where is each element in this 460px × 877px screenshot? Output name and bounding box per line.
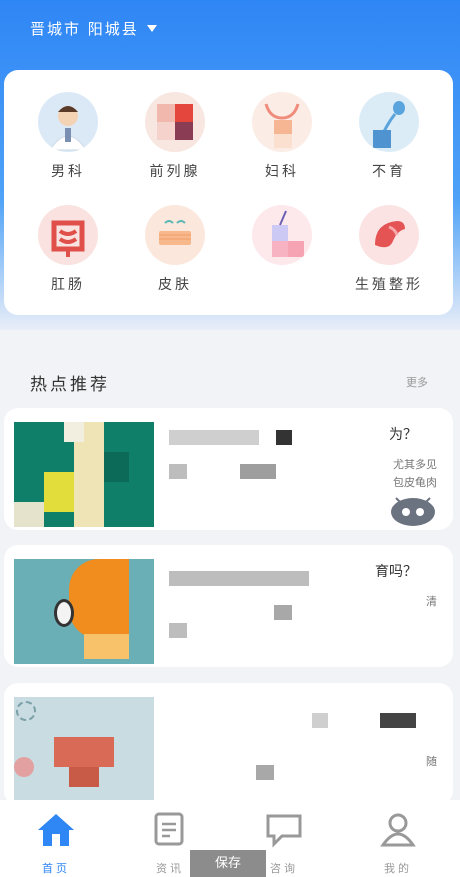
category-injection[interactable]	[232, 205, 332, 274]
tab-home[interactable]: 首页	[16, 810, 96, 876]
save-button[interactable]: 保存	[190, 850, 266, 877]
category-infertility[interactable]: 不育	[339, 92, 439, 181]
tab-me[interactable]: 我的	[358, 810, 438, 876]
intestine-icon	[38, 205, 98, 265]
infertility-icon	[359, 92, 419, 152]
location-text: 晋城市 阳城县	[30, 19, 139, 38]
category-skin[interactable]: 皮肤	[125, 205, 225, 294]
tab-label: 我的	[384, 862, 412, 875]
reproductive-plastic-icon	[359, 205, 419, 265]
article-card[interactable]: 为？ 尤其多见 包皮龟肉	[4, 408, 453, 530]
skin-icon	[145, 205, 205, 265]
article-title: 为？	[389, 427, 417, 443]
article-card[interactable]: 育吗？ 清	[4, 545, 453, 667]
category-label: 妇科	[265, 164, 299, 180]
article-description: 随	[426, 755, 437, 768]
home-icon	[38, 814, 74, 846]
article-thumbnail	[14, 559, 154, 664]
category-male[interactable]: 男科	[18, 92, 118, 181]
article-card[interactable]: 随	[4, 683, 453, 805]
section-title: 热点推荐	[30, 375, 110, 395]
tab-label: 首页	[42, 862, 70, 875]
dropdown-caret-icon	[146, 24, 157, 32]
category-label: 肛肠	[51, 277, 85, 293]
article-title: 育吗？	[375, 564, 417, 580]
location-selector[interactable]: 晋城市 阳城县	[30, 18, 157, 38]
gynecology-icon	[252, 92, 312, 152]
chat-icon	[266, 814, 302, 848]
article-thumbnail	[14, 697, 154, 802]
category-label: 不育	[372, 164, 406, 180]
news-icon	[154, 812, 184, 846]
more-link[interactable]: 更多	[406, 374, 428, 390]
category-label: 前列腺	[149, 164, 201, 180]
category-label: 皮肤	[158, 277, 192, 293]
prostate-icon	[145, 92, 205, 152]
category-label: 男科	[51, 164, 85, 180]
category-label: 生殖整形	[355, 277, 423, 293]
article-description: 尤其多见 包皮龟肉	[393, 458, 437, 489]
male-doctor-icon	[38, 92, 98, 152]
article-description: 清	[426, 595, 437, 608]
user-icon	[380, 813, 416, 847]
category-gynecology[interactable]: 妇科	[232, 92, 332, 181]
category-reproductive-plastic[interactable]: 生殖整形	[339, 205, 439, 294]
category-grid: 男科 前列腺 妇科 不育 肛肠 皮肤 生殖整形	[4, 70, 453, 315]
category-intestine[interactable]: 肛肠	[18, 205, 118, 294]
injection-icon	[252, 205, 312, 265]
category-prostate[interactable]: 前列腺	[125, 92, 225, 181]
article-thumbnail	[14, 422, 154, 527]
robot-chat-icon[interactable]	[386, 490, 440, 530]
